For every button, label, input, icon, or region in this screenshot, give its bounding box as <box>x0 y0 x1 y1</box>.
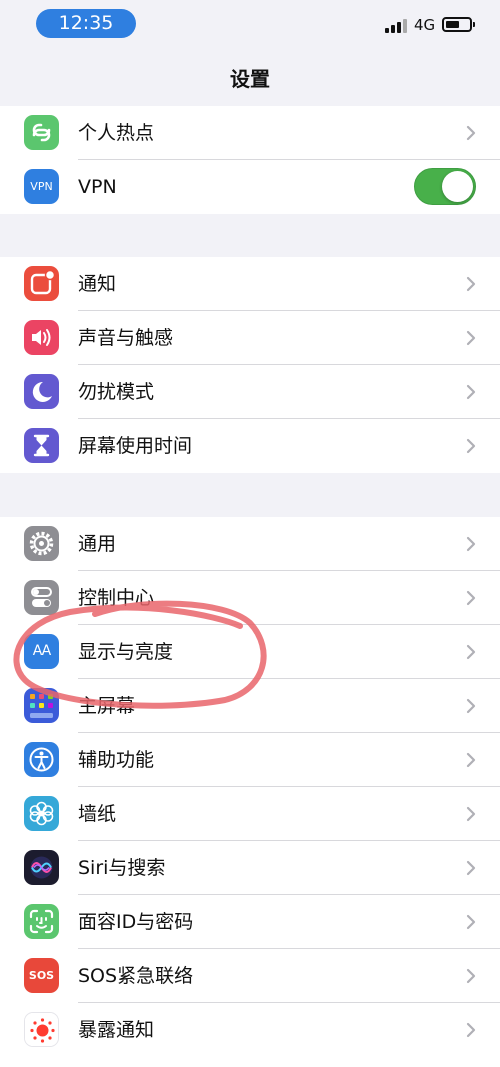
siri-icon <box>24 850 59 885</box>
settings-screen: 12:35 4G 设置 个人热点 VPN VPN 通知 声音与触感 勿扰模式 屏… <box>0 0 500 1067</box>
row-accessibility[interactable]: 辅助功能 <box>0 733 500 787</box>
row-sounds-haptics[interactable]: 声音与触感 <box>0 311 500 365</box>
face-id-icon <box>24 904 59 939</box>
hourglass-icon <box>24 428 59 463</box>
row-label: 控制中心 <box>78 587 155 609</box>
row-notifications[interactable]: 通知 <box>0 257 500 311</box>
vpn-toggle[interactable] <box>414 168 476 205</box>
gear-icon <box>24 526 59 561</box>
cellular-signal-icon <box>385 19 407 33</box>
row-personal-hotspot[interactable]: 个人热点 <box>0 106 500 160</box>
chevron-right-icon <box>466 806 476 822</box>
row-control-center[interactable]: 控制中心 <box>0 571 500 625</box>
wallpaper-icon <box>24 796 59 831</box>
chevron-right-icon <box>466 276 476 292</box>
row-siri-search[interactable]: Siri与搜索 <box>0 841 500 895</box>
display-icon-text: AA <box>32 643 52 659</box>
row-do-not-disturb[interactable]: 勿扰模式 <box>0 365 500 419</box>
row-face-id-passcode[interactable]: 面容ID与密码 <box>0 895 500 949</box>
status-bar: 12:35 4G <box>0 0 500 48</box>
row-label: 通知 <box>78 273 117 295</box>
battery-level <box>446 21 459 28</box>
control-center-icon <box>24 580 59 615</box>
sos-icon-text: SOS <box>28 969 55 982</box>
sounds-icon <box>24 320 59 355</box>
battery-icon <box>442 17 475 32</box>
notifications-icon <box>24 266 59 301</box>
chevron-right-icon <box>466 860 476 876</box>
row-label: VPN <box>78 176 117 198</box>
page-title: 设置 <box>230 67 270 91</box>
chevron-right-icon <box>466 968 476 984</box>
settings-group-network: 个人热点 VPN VPN <box>0 106 500 214</box>
row-display-brightness[interactable]: AA 显示与亮度 <box>0 625 500 679</box>
display-brightness-icon: AA <box>24 634 59 669</box>
chevron-right-icon <box>466 125 476 141</box>
toggle-knob <box>442 171 473 202</box>
chevron-right-icon <box>466 438 476 454</box>
row-label: Siri与搜索 <box>78 857 166 879</box>
row-home-screen[interactable]: 主屏幕 <box>0 679 500 733</box>
chevron-right-icon <box>466 536 476 552</box>
row-emergency-sos[interactable]: SOS SOS紧急联络 <box>0 949 500 1003</box>
sos-icon: SOS <box>24 958 59 993</box>
chevron-right-icon <box>466 644 476 660</box>
row-label: 暴露通知 <box>78 1019 155 1041</box>
row-vpn: VPN VPN <box>0 160 500 214</box>
accessibility-icon <box>24 742 59 777</box>
settings-group-general: 通用 控制中心 AA 显示与亮度 主屏幕 辅助功能 墙纸 Siri与搜索 面容I… <box>0 517 500 1067</box>
chevron-right-icon <box>466 914 476 930</box>
settings-group-notifications: 通知 声音与触感 勿扰模式 屏幕使用时间 <box>0 257 500 473</box>
status-time[interactable]: 12:35 <box>36 9 136 38</box>
chevron-right-icon <box>466 698 476 714</box>
row-label: 声音与触感 <box>78 327 174 349</box>
row-screen-time[interactable]: 屏幕使用时间 <box>0 419 500 473</box>
exposure-notification-icon <box>24 1012 59 1047</box>
row-label: 面容ID与密码 <box>78 911 194 933</box>
row-label: 通用 <box>78 533 117 555</box>
row-label: 墙纸 <box>78 803 117 825</box>
row-exposure-notifications[interactable]: 暴露通知 <box>0 1003 500 1057</box>
vpn-icon-text: VPN <box>30 180 53 193</box>
network-type: 4G <box>414 16 436 34</box>
row-label: 屏幕使用时间 <box>78 435 193 457</box>
row-label: 显示与亮度 <box>78 641 174 663</box>
moon-icon <box>24 374 59 409</box>
chevron-right-icon <box>466 384 476 400</box>
chevron-right-icon <box>466 330 476 346</box>
row-label: 主屏幕 <box>78 695 136 717</box>
vpn-icon: VPN <box>24 169 59 204</box>
chevron-right-icon <box>466 1022 476 1038</box>
row-label: SOS紧急联络 <box>78 965 194 987</box>
personal-hotspot-icon <box>24 115 59 150</box>
row-wallpaper[interactable]: 墙纸 <box>0 787 500 841</box>
row-label: 辅助功能 <box>78 749 155 771</box>
row-label: 个人热点 <box>78 122 155 144</box>
chevron-right-icon <box>466 752 476 768</box>
row-label: 勿扰模式 <box>78 381 155 403</box>
chevron-right-icon <box>466 590 476 606</box>
home-screen-icon <box>24 688 59 723</box>
row-general[interactable]: 通用 <box>0 517 500 571</box>
